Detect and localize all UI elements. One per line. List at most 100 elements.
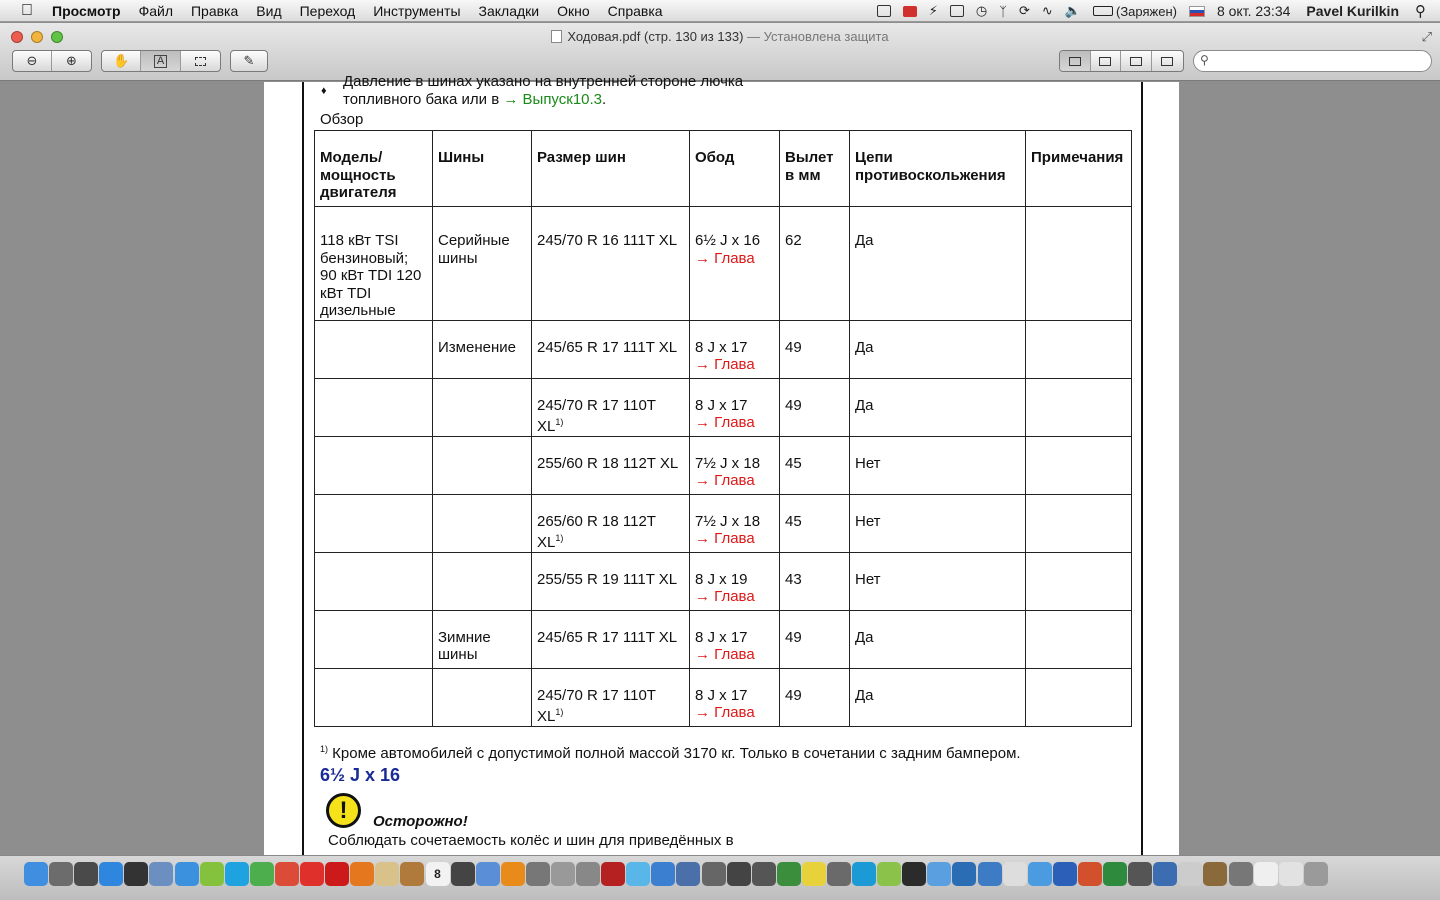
photo-booth-icon[interactable] [450, 862, 475, 886]
dashboard-icon[interactable] [124, 862, 149, 886]
tools-icon[interactable] [827, 862, 851, 886]
plug-icon[interactable]: ⚡ [929, 3, 938, 19]
excel-icon[interactable] [1103, 862, 1128, 886]
chapter-link[interactable]: → Глава [695, 414, 775, 432]
text-select-tool-button[interactable]: A [141, 51, 181, 71]
chapter-link[interactable]: → Глава [695, 646, 775, 664]
menu-file[interactable]: Файл [130, 3, 182, 19]
doc2-icon[interactable] [1278, 862, 1303, 886]
menu-view[interactable]: Вид [247, 3, 290, 19]
system-icon[interactable] [550, 862, 575, 886]
chapter-link[interactable]: → Глава [695, 588, 775, 606]
network-icon[interactable] [927, 862, 952, 886]
yandex-icon[interactable] [300, 862, 325, 886]
stocks-icon[interactable] [776, 862, 801, 886]
files-icon[interactable] [977, 862, 1002, 886]
monitor-icon[interactable] [877, 862, 902, 886]
video-icon[interactable] [726, 862, 751, 886]
view-single-page-button[interactable] [1060, 51, 1091, 71]
magic-icon[interactable] [751, 862, 776, 886]
battery-indicator[interactable]: (Заряжен) [1092, 4, 1177, 19]
spotlight-icon[interactable]: ⚲ [1415, 2, 1426, 20]
time-machine-icon[interactable]: ◷ [976, 3, 987, 19]
paper-icon[interactable] [1002, 862, 1027, 886]
compass-icon[interactable] [1203, 862, 1228, 886]
calendar-icon[interactable]: 8 [425, 862, 450, 886]
view-sidebar-button[interactable] [1091, 51, 1122, 71]
preview-icon[interactable] [149, 862, 174, 886]
launchpad-icon[interactable] [49, 862, 74, 886]
finder-icon[interactable] [24, 862, 48, 886]
bluetooth-icon[interactable]: ᛉ [999, 4, 1007, 19]
quicktime-icon[interactable] [676, 862, 701, 886]
menu-bookmarks[interactable]: Закладки [470, 3, 549, 19]
yandex-disk-icon[interactable] [626, 862, 651, 886]
menu-go[interactable]: Переход [291, 3, 365, 19]
photos-icon[interactable] [400, 862, 425, 886]
bluetooth-app-icon[interactable] [1228, 862, 1253, 886]
book-icon[interactable] [601, 862, 626, 886]
search-input[interactable] [1214, 53, 1424, 69]
notes-icon[interactable] [375, 862, 400, 886]
launcher-icon[interactable] [525, 862, 550, 886]
opera-icon[interactable] [325, 862, 350, 886]
powerpoint-icon[interactable] [1077, 862, 1102, 886]
hand-tool-button[interactable]: ✋ [102, 51, 142, 71]
android-icon[interactable] [199, 862, 224, 886]
clock[interactable]: 8 окт. 23:34 [1217, 3, 1290, 19]
qt-player-icon[interactable] [952, 862, 977, 886]
menu-window[interactable]: Окно [548, 3, 599, 19]
rect-select-tool-button[interactable] [181, 51, 220, 71]
apple-icon[interactable]:  [12, 2, 42, 20]
doc-icon[interactable] [1253, 862, 1278, 886]
skype-express-icon[interactable] [852, 862, 877, 886]
sync-icon[interactable] [651, 862, 676, 886]
stickies-icon[interactable] [801, 862, 826, 886]
facetime-icon[interactable] [249, 862, 274, 886]
zoom-out-button[interactable]: ⊖ [13, 51, 53, 71]
wifi-icon[interactable]: ∿ [1042, 3, 1053, 19]
screen-icon[interactable] [1153, 862, 1178, 886]
menu-edit[interactable]: Правка [182, 3, 247, 19]
chapter-link[interactable]: → Глава [695, 472, 775, 490]
trash-icon[interactable] [1303, 862, 1328, 886]
user-name[interactable]: Pavel Kurilkin [1306, 3, 1399, 19]
chapter-link[interactable]: → Глава [695, 530, 775, 548]
chapter-link[interactable]: → Глава [695, 250, 775, 268]
cloud-icon[interactable] [1027, 862, 1052, 886]
volume-icon[interactable]: 🔈 [1065, 3, 1081, 19]
firefox-icon[interactable] [350, 862, 375, 886]
cell-tires [432, 667, 532, 727]
app-store-icon[interactable] [99, 862, 124, 886]
lock-icon[interactable] [701, 862, 726, 886]
search-field[interactable]: ⚲ [1193, 50, 1432, 72]
menu-tools[interactable]: Инструменты [364, 3, 469, 19]
release-link[interactable]: → Выпуск10.3 [503, 91, 602, 108]
annotate-button[interactable]: ✎ [231, 51, 267, 71]
mission-control-icon[interactable] [74, 862, 99, 886]
input-language-flag-icon[interactable] [1188, 5, 1205, 17]
chapter-link[interactable]: → Глава [695, 356, 775, 374]
view-contact-sheet-button[interactable] [1152, 51, 1183, 71]
calculator-icon[interactable] [576, 862, 601, 886]
activity-icon[interactable] [902, 862, 927, 886]
mail-icon[interactable] [902, 5, 917, 17]
view-two-pages-button[interactable] [1121, 51, 1152, 71]
sync-status-icon[interactable]: ⟳ [1019, 3, 1030, 19]
remote-icon[interactable] [1128, 862, 1153, 886]
itunes-icon[interactable] [475, 862, 500, 886]
safari-icon[interactable] [174, 862, 199, 886]
menu-app[interactable]: Просмотр [42, 3, 130, 19]
menu-help[interactable]: Справка [599, 3, 672, 19]
vlc-icon[interactable] [500, 862, 525, 886]
zoom-in-button[interactable]: ⊕ [52, 51, 91, 71]
script-icon[interactable] [1178, 862, 1203, 886]
chapter-link[interactable]: → Глава [695, 704, 775, 722]
word-icon[interactable] [1052, 862, 1077, 886]
skype-icon[interactable] [224, 862, 249, 886]
rim-size: 6½ J x 16 [695, 232, 761, 249]
chrome-icon[interactable] [274, 862, 299, 886]
fullscreen-icon[interactable]: ⤢ [1422, 29, 1432, 45]
checkmark-icon[interactable] [876, 5, 891, 17]
keyboard-icon[interactable] [949, 5, 964, 17]
